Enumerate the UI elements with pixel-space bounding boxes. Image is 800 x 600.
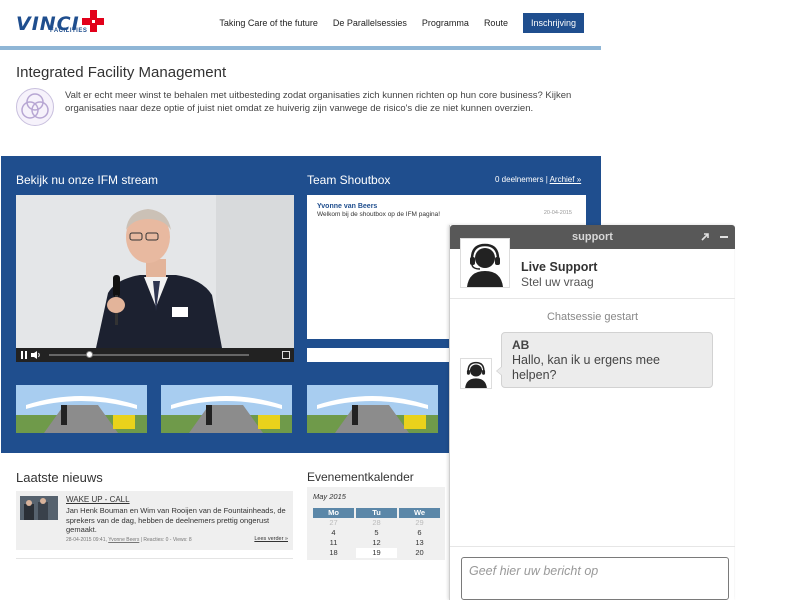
- chat-message-input[interactable]: [461, 557, 729, 600]
- shoutbox-title: Team Shoutbox: [307, 173, 391, 187]
- calendar-month: May 2015: [313, 492, 346, 501]
- calendar-week-row: 4 5 6: [313, 528, 445, 538]
- shoutbox-participants: 0 deelnemers: [495, 175, 544, 184]
- calendar-day-header: We: [399, 508, 440, 518]
- nav-taking-care[interactable]: Taking Care of the future: [219, 13, 318, 33]
- calendar-week-row: 18 19 20: [313, 548, 445, 558]
- thumbnail-bridge-scene: [161, 385, 292, 433]
- stream-title: Bekijk nu onze IFM stream: [16, 173, 159, 187]
- popout-arrow-icon[interactable]: [699, 231, 711, 243]
- agent-subtitle: Stel uw vraag: [521, 275, 594, 289]
- site-header: VINCI FACILITIES Taking Care of the futu…: [0, 0, 601, 46]
- calendar-day[interactable]: 28: [356, 518, 397, 528]
- headset-agent-icon: [460, 238, 510, 288]
- minimize-icon[interactable]: [718, 231, 730, 243]
- calendar-day[interactable]: 5: [356, 528, 397, 538]
- intro-text: Valt er echt meer winst te behalen met u…: [65, 90, 572, 114]
- nav-parallelsessies[interactable]: De Parallelsessies: [333, 13, 407, 33]
- ifm-circles-icon: [16, 88, 54, 126]
- calendar-day[interactable]: 11: [313, 538, 354, 548]
- shoutbox-meta: 0 deelnemers | Archief »: [495, 175, 581, 184]
- pause-icon[interactable]: [20, 351, 28, 359]
- chat-message-bubble: AB Hallo, kan ik u ergens mee helpen?: [496, 332, 713, 388]
- calendar-header-row: Mo Tu We: [313, 508, 445, 518]
- shoutbox-message-author: Yvonne van Beers: [317, 203, 378, 210]
- news-date: 28-04-2015 09:41,: [66, 537, 107, 543]
- chat-message-text: Hallo, kan ik u ergens mee helpen?: [512, 353, 660, 382]
- shoutbox-separator: |: [545, 175, 548, 184]
- calendar-day[interactable]: 27: [313, 518, 354, 528]
- video-frame: [16, 195, 294, 348]
- shoutbox-archive-link[interactable]: Archief »: [550, 175, 582, 184]
- volume-icon[interactable]: [31, 351, 41, 359]
- nav-programma[interactable]: Programma: [422, 13, 469, 33]
- chat-input-divider: [450, 546, 735, 547]
- calendar-week-row: 27 28 29: [313, 518, 445, 528]
- calendar-day[interactable]: 12: [356, 538, 397, 548]
- video-progress-handle[interactable]: [86, 351, 93, 358]
- main-nav: Taking Care of the future De Parallelses…: [204, 13, 584, 33]
- video-thumbnail[interactable]: [161, 385, 292, 433]
- shoutbox-message-text: Welkom bij de shoutbox op de IFM pagina!: [317, 211, 441, 218]
- calendar-title: Evenementkalender: [307, 470, 414, 484]
- fullscreen-icon[interactable]: [282, 351, 290, 359]
- calendar-day[interactable]: 6: [399, 528, 440, 538]
- news-headline-link[interactable]: WAKE UP - CALL: [66, 495, 130, 504]
- video-controls: [16, 348, 294, 362]
- nav-inschrijving-button[interactable]: Inschrijving: [522, 13, 584, 33]
- video-thumbnail[interactable]: [16, 385, 147, 433]
- news-thumbnail[interactable]: [20, 496, 58, 520]
- thumbnail-bridge-scene: [307, 385, 438, 433]
- news-meta: 28-04-2015 09:41, Yvonne Beers | Reactie…: [66, 537, 192, 543]
- page-title: Integrated Facility Management: [16, 64, 227, 81]
- bubble-pointer: [496, 366, 502, 376]
- chat-message-sender: AB: [512, 338, 530, 352]
- news-stats: | Reacties: 0 - Views: 8: [140, 537, 192, 543]
- support-chat-widget: support Live Support Stel uw vraag Chats…: [449, 225, 735, 600]
- calendar-week-row: 11 12 13: [313, 538, 445, 548]
- news-body: Jan Henk Bouman en Wim van Rooijen van d…: [66, 506, 286, 534]
- calendar-day[interactable]: 18: [313, 548, 354, 558]
- calendar-grid: Mo Tu We 27 28 29 4 5 6 11 12 13 18 19 2…: [313, 508, 445, 558]
- calendar-day[interactable]: 20: [399, 548, 440, 558]
- news-section-title: Laatste nieuws: [16, 470, 103, 485]
- calendar-day-today[interactable]: 19: [356, 548, 397, 558]
- news-divider: [16, 558, 293, 559]
- thumbnail-bridge-scene: [16, 385, 147, 433]
- news-read-more-link[interactable]: Lees verder »: [254, 536, 288, 542]
- headset-agent-icon: [460, 358, 492, 389]
- video-player[interactable]: [16, 195, 294, 362]
- vinci-logo[interactable]: VINCI FACILITIES: [16, 10, 108, 36]
- chat-session-status: Chatsessie gestart: [546, 311, 639, 323]
- shoutbox-message: Yvonne van Beers Welkom bij de shoutbox …: [317, 203, 572, 218]
- news-photo: [20, 496, 58, 520]
- header-divider: [0, 46, 601, 50]
- news-author-link[interactable]: Yvonne Beers: [108, 537, 139, 543]
- nav-route[interactable]: Route: [484, 13, 508, 33]
- calendar-day-header: Tu: [356, 508, 397, 518]
- news-item: WAKE UP - CALL Jan Henk Bouman en Wim va…: [16, 491, 293, 550]
- event-calendar: May 2015 Mo Tu We 27 28 29 4 5 6 11 12 1…: [307, 487, 445, 560]
- vinci-cross-logo-icon: [82, 10, 104, 32]
- calendar-day[interactable]: 13: [399, 538, 440, 548]
- video-thumbnail[interactable]: [307, 385, 438, 433]
- calendar-day[interactable]: 4: [313, 528, 354, 538]
- agent-name: Live Support: [521, 260, 598, 274]
- video-progress-track[interactable]: [49, 354, 249, 356]
- calendar-day[interactable]: 29: [399, 518, 440, 528]
- shoutbox-message-date: 20-04-2015: [543, 210, 572, 216]
- calendar-day-header: Mo: [313, 508, 354, 518]
